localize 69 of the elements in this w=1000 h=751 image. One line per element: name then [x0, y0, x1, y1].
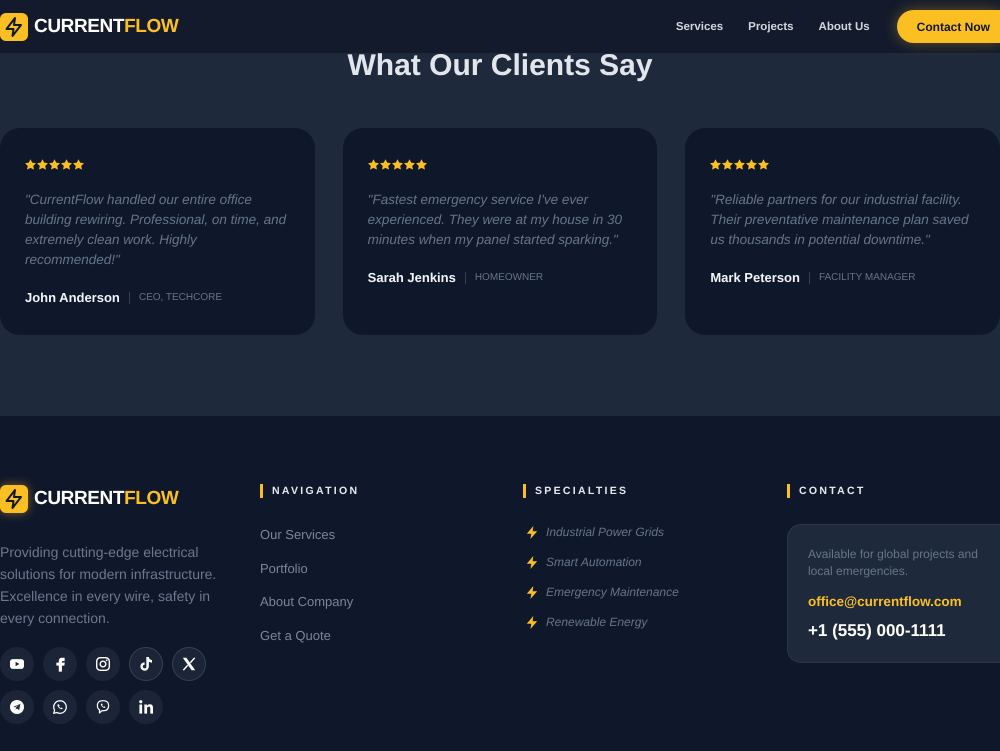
- author-role: FACILITY MANAGER: [818, 271, 916, 285]
- nav-link[interactable]: Services: [676, 20, 724, 32]
- author-role: CEO, TECHCORE: [138, 291, 222, 305]
- column-heading: SPECIALTIES: [523, 484, 787, 498]
- column-heading: CONTACT: [787, 484, 1000, 498]
- star-icon: [380, 158, 391, 170]
- star-icon: [746, 158, 758, 170]
- column-heading: NAVIGATION: [260, 484, 523, 498]
- linkedin-link[interactable]: [129, 690, 163, 724]
- phone-link[interactable]: +1 (555) 000-1111: [808, 619, 946, 643]
- star-icon: [404, 158, 415, 170]
- x-logo-icon: [182, 657, 196, 671]
- lightning-bolt-icon: [526, 526, 538, 538]
- email-link[interactable]: office@currentflow.com: [808, 592, 962, 612]
- footer-link[interactable]: Get a Quote: [260, 626, 331, 646]
- x-logo-link[interactable]: [172, 647, 206, 681]
- lightning-bolt-icon: [526, 586, 538, 598]
- brand-name[interactable]: CURRENTFLOW: [34, 14, 178, 38]
- section-heading: What Our Clients Say: [346, 48, 654, 84]
- specialty-label: Smart Automation: [546, 554, 642, 571]
- star-icon: [73, 158, 84, 170]
- telegram-link[interactable]: [0, 690, 34, 724]
- author-name: John Anderson: [25, 290, 120, 306]
- contact-note: Available for global projects and local emergencies.: [808, 546, 979, 580]
- whatsapp-icon: [53, 700, 67, 714]
- brand-name: CURRENTFLOW: [34, 486, 178, 510]
- star-icon: [37, 158, 48, 170]
- youtube-link[interactable]: [0, 647, 34, 681]
- telegram-icon: [10, 700, 24, 714]
- specialty-label: Renewable Energy: [546, 614, 648, 631]
- author-role: HOMEOWNER: [474, 271, 544, 285]
- instagram-link[interactable]: [86, 647, 120, 681]
- tiktok-link[interactable]: [129, 647, 163, 681]
- testimonial-quote: "Fastest emergency service I've ever experienced. They were at my house in 30 minutes when my panel started sparking.": [368, 191, 624, 249]
- star-icon: [368, 158, 379, 170]
- linkedin-icon: [139, 700, 153, 714]
- star-icon: [49, 158, 60, 170]
- star-icon: [416, 158, 427, 170]
- lightning-logo-icon[interactable]: [0, 12, 28, 40]
- viber-icon: [96, 700, 110, 714]
- testimonial-quote: "CurrentFlow handled our entire office building rewiring. Professional, on time, and extremely clean work. Highly recommended!": [25, 191, 288, 269]
- tiktok-icon: [139, 657, 153, 671]
- lightning-bolt-icon: [526, 616, 538, 628]
- star-icon: [734, 158, 746, 170]
- star-icon: [25, 158, 36, 170]
- testimonial-quote: "Reliable partners for our industrial facility. Their preventative maintenance plan saved us thousands in potential downtime.": [710, 191, 970, 249]
- footer-link[interactable]: Portfolio: [260, 558, 308, 578]
- author-name: Sarah Jenkins: [368, 270, 456, 286]
- company-description: Providing cutting-edge electrical solutions for modern infrastructure. Excellence in every wire, safety in every connection.: [0, 543, 218, 628]
- nav-link[interactable]: About Us: [818, 20, 870, 32]
- facebook-link[interactable]: [43, 647, 77, 681]
- author-name: Mark Peterson: [710, 270, 800, 286]
- star-icon: [758, 158, 770, 170]
- nav-link[interactable]: Projects: [748, 20, 794, 32]
- whatsapp-link[interactable]: [43, 690, 77, 724]
- footer-link[interactable]: Our Services: [260, 525, 336, 545]
- specialty-label: Emergency Maintenance: [546, 584, 679, 601]
- viber-link[interactable]: [86, 690, 120, 724]
- star-icon: [710, 158, 722, 170]
- instagram-icon: [96, 657, 110, 671]
- youtube-icon: [10, 657, 24, 671]
- facebook-icon: [56, 656, 64, 672]
- star-icon: [392, 158, 403, 170]
- lightning-bolt-icon: [526, 556, 538, 568]
- contact-now-button[interactable]: Contact Now: [896, 10, 1000, 43]
- specialty-label: Industrial Power Grids: [546, 524, 664, 541]
- star-icon: [722, 158, 734, 170]
- footer-link[interactable]: About Company: [260, 592, 354, 612]
- star-icon: [61, 158, 72, 170]
